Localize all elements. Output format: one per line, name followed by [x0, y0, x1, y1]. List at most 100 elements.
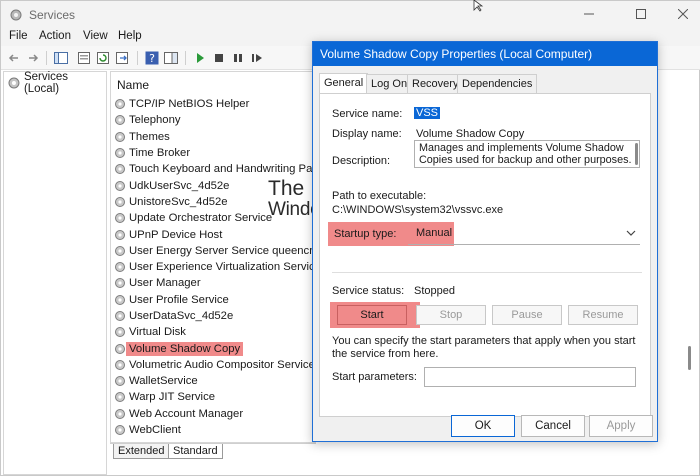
service-row[interactable]: User Manager — [114, 275, 315, 291]
show-hide-pane-icon[interactable] — [163, 50, 179, 66]
service-name: Volume Shadow Copy — [126, 341, 244, 356]
service-name: TCP/IP NetBIOS Helper — [129, 98, 250, 111]
mouse-pointer-icon — [473, 0, 484, 12]
start-button[interactable]: Start — [337, 305, 407, 325]
tab-dependencies[interactable]: Dependencies — [457, 74, 538, 93]
description-box[interactable]: Manages and implements Volume Shadow Cop… — [414, 140, 640, 168]
back-arrow-icon[interactable] — [6, 50, 22, 66]
service-row[interactable]: Virtual Disk — [114, 324, 315, 340]
service-gear-icon — [115, 148, 125, 159]
service-row[interactable]: Telephony — [114, 112, 315, 128]
service-row[interactable]: UserDataSvc_4d52e — [114, 308, 315, 324]
startup-type-label: Startup type: — [334, 228, 397, 240]
service-name: Themes — [129, 130, 170, 143]
service-name: Volumetric Audio Compositor Service — [129, 358, 315, 371]
service-row[interactable]: Warp JIT Service — [114, 389, 315, 405]
service-gear-icon — [115, 196, 125, 207]
service-gear-icon — [115, 311, 125, 321]
minimize-icon — [584, 13, 594, 15]
properties-sheet-icon[interactable] — [76, 50, 92, 66]
services-list: Name TCP/IP NetBIOS Helper Telephony Theme… — [110, 71, 316, 443]
tab-log-on[interactable]: Log On — [366, 74, 413, 93]
service-row[interactable]: Touch Keyboard and Handwriting Panel S — [114, 161, 315, 177]
maximize-button[interactable] — [627, 5, 655, 25]
tab-extended[interactable]: Extended — [113, 444, 170, 459]
dialog-title: Volume Shadow Copy Properties (Local Com… — [313, 42, 657, 66]
properties-dialog: Volume Shadow Copy Properties (Local Com… — [312, 41, 658, 442]
pause-service-icon[interactable] — [230, 50, 246, 66]
refresh-icon[interactable] — [95, 50, 111, 66]
service-status-value: Stopped — [414, 285, 455, 297]
tree-item-services-local[interactable]: Services (Local) — [7, 71, 106, 95]
service-row[interactable]: TCP/IP NetBIOS Helper — [114, 96, 315, 112]
service-row[interactable]: Time Broker — [114, 145, 315, 161]
section-divider — [332, 272, 642, 273]
service-gear-icon — [115, 115, 125, 126]
toolbar-separator — [185, 51, 186, 65]
service-name: User Energy Server Service queencreek — [129, 244, 316, 257]
service-row[interactable]: User Experience Virtualization Service — [114, 259, 316, 275]
service-gear-icon — [115, 99, 125, 110]
service-gear-icon — [115, 425, 125, 436]
title-bar: Services — [1, 1, 700, 29]
service-gear-icon — [115, 213, 125, 224]
cancel-button[interactable]: Cancel — [521, 415, 585, 437]
service-row[interactable]: Web Account Manager — [114, 406, 315, 422]
tab-standard[interactable]: Standard — [168, 444, 223, 459]
service-gear-icon — [115, 278, 125, 289]
view-tabs: Extended Standard — [110, 443, 316, 459]
service-row[interactable]: WebClient — [114, 422, 315, 438]
start-service-icon[interactable] — [192, 50, 208, 66]
stop-service-icon[interactable] — [211, 50, 227, 66]
service-name: User Experience Virtualization Service — [129, 261, 316, 274]
service-name: Update Orchestrator Service — [129, 212, 273, 225]
ok-button[interactable]: OK — [451, 415, 515, 437]
service-row[interactable]: WalletService — [114, 373, 315, 389]
display-name-value: Volume Shadow Copy — [416, 128, 525, 140]
export-list-icon[interactable] — [114, 50, 130, 66]
start-params-input[interactable] — [424, 367, 636, 387]
service-row[interactable]: User Energy Server Service queencreek — [114, 243, 316, 259]
window-title: Services — [29, 8, 76, 22]
service-name-label: Service name: — [332, 108, 403, 120]
toolbar-separator — [137, 51, 138, 65]
service-name: Time Broker — [129, 147, 191, 160]
console-tree: Services (Local) — [3, 71, 107, 475]
restart-service-icon[interactable] — [249, 50, 265, 66]
service-name: UdkUserSvc_4d52e — [129, 179, 230, 192]
tree-item-label: Services (Local) — [23, 71, 69, 95]
service-name: Touch Keyboard and Handwriting Panel S — [129, 163, 315, 176]
tab-recovery[interactable]: Recovery — [407, 74, 464, 93]
tab-general[interactable]: General — [319, 73, 369, 93]
service-name: WebClient — [129, 424, 181, 437]
menu-action[interactable]: Action — [39, 30, 71, 42]
startup-type-dropdown[interactable]: Manual — [408, 223, 640, 245]
service-name: Web Account Manager — [129, 407, 244, 420]
menu-file[interactable]: File — [9, 30, 28, 42]
column-header-name[interactable]: Name — [117, 78, 149, 92]
close-button[interactable] — [669, 5, 697, 25]
apply-button: Apply — [589, 415, 653, 437]
help-icon[interactable]: ? — [144, 50, 160, 66]
service-row[interactable]: UPnP Device Host — [114, 226, 315, 242]
service-name-value[interactable]: VSS — [414, 107, 441, 119]
service-name: User Manager — [129, 277, 201, 290]
service-rows: TCP/IP NetBIOS Helper Telephony Themes Time… — [114, 96, 316, 438]
main-vertical-scrollbar[interactable] — [688, 346, 691, 370]
minimize-button[interactable] — [575, 5, 603, 25]
service-gear-icon — [115, 229, 125, 240]
forward-arrow-icon[interactable] — [25, 50, 41, 66]
menu-help[interactable]: Help — [118, 30, 142, 42]
service-row[interactable]: User Profile Service — [114, 292, 315, 308]
stop-button: Stop — [416, 305, 486, 325]
service-row[interactable]: Volume Shadow Copy — [114, 340, 315, 356]
service-gear-icon — [115, 245, 125, 256]
service-gear-icon — [115, 164, 125, 175]
service-row[interactable]: Volumetric Audio Compositor Service — [114, 357, 315, 373]
description-scrollbar[interactable] — [635, 143, 638, 165]
service-row[interactable]: Themes — [114, 129, 315, 145]
menu-view[interactable]: View — [83, 30, 108, 42]
console-tree-icon[interactable] — [53, 50, 69, 66]
service-gear-icon — [115, 131, 125, 142]
watermark-line1: The — [268, 177, 305, 200]
